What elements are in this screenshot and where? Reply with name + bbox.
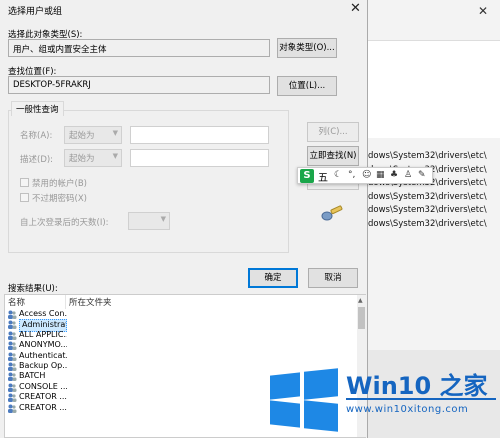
column-divider[interactable]: [65, 295, 66, 309]
column-header-name[interactable]: 名称: [8, 296, 25, 308]
table-row[interactable]: Authenticat...: [5, 351, 357, 361]
locations-button[interactable]: 位置(L)...: [277, 76, 337, 96]
tab-common-queries[interactable]: 一般性查询: [11, 101, 64, 116]
keyboard-icon[interactable]: ▦: [376, 170, 385, 180]
user-group-icon: [7, 404, 17, 413]
row-name: ALL APPLIC...: [19, 329, 67, 339]
user-group-icon: [7, 372, 17, 382]
table-row[interactable]: ANONYMO...: [5, 340, 357, 351]
description-label: 描述(D):: [20, 155, 54, 165]
ok-button[interactable]: 确定: [248, 268, 298, 288]
user-group-icon: [7, 393, 17, 403]
path-item: dows\System32\drivers\etc\: [368, 151, 487, 161]
non-expiring-password-label: 不过期密码(X): [32, 194, 87, 204]
row-name: CREATOR ...: [19, 392, 67, 402]
watermark: Win10 之家 www.win10xitong.com: [268, 362, 500, 438]
days-since-logon-label: 自上次登录后的天数(I):: [20, 218, 109, 228]
table-row[interactable]: Administrat: [5, 319, 357, 332]
ime-mode[interactable]: 五: [318, 169, 328, 184]
description-match-value: 起始为: [69, 154, 95, 164]
columns-button[interactable]: 列(C)...: [307, 122, 359, 142]
description-input[interactable]: [130, 149, 269, 167]
row-name: Access Con...: [19, 309, 67, 318]
row-name: CREATOR ...: [19, 402, 67, 412]
location-field: DESKTOP-5FRAKRJ: [8, 76, 270, 94]
row-name: Authenticat...: [19, 350, 67, 360]
query-clear-icon[interactable]: [320, 205, 344, 223]
wrench-icon[interactable]: ✎: [418, 170, 426, 180]
windows-logo-icon: [270, 368, 338, 432]
chevron-down-icon: ▼: [160, 215, 166, 223]
user-group-icon: [7, 331, 17, 340]
name-label: 名称(A):: [20, 131, 53, 141]
close-icon[interactable]: ✕: [350, 1, 361, 16]
row-name: BATCH: [19, 371, 46, 381]
user-group-icon: [7, 362, 17, 371]
object-type-field: 用户、组或内置安全主体: [8, 39, 270, 57]
watermark-title: Win10 之家: [346, 372, 488, 400]
table-row[interactable]: ALL APPLIC...: [5, 330, 357, 340]
user-group-icon: [7, 320, 17, 330]
person-icon[interactable]: ♙: [404, 170, 412, 180]
row-name: ANONYMO...: [19, 340, 67, 350]
table-row[interactable]: Access Con...: [5, 309, 357, 319]
column-header-folder[interactable]: 所在文件夹: [69, 296, 112, 308]
chevron-down-icon: ▼: [112, 152, 118, 160]
shirt-icon[interactable]: ♣: [390, 170, 398, 180]
smile-icon[interactable]: ☺: [362, 170, 371, 180]
chevron-up-icon[interactable]: ▲: [358, 297, 363, 304]
user-group-icon: [7, 310, 17, 319]
cancel-button[interactable]: 取消: [308, 268, 358, 288]
name-match-select[interactable]: 起始为 ▼: [64, 126, 122, 144]
background-path-list: dows\System32\drivers\etc\ dows\System32…: [368, 150, 500, 231]
row-name: Backup Op...: [19, 360, 67, 370]
row-name: CONSOLE ...: [19, 381, 67, 391]
watermark-divider: [346, 398, 496, 400]
background-close-icon[interactable]: ✕: [478, 4, 488, 18]
sogou-logo-icon[interactable]: S: [300, 169, 314, 183]
non-expiring-password-checkbox[interactable]: [20, 193, 29, 202]
scrollbar-thumb[interactable]: [358, 307, 365, 329]
days-since-logon-select[interactable]: ▼: [128, 212, 170, 230]
user-group-icon: [7, 383, 17, 392]
find-now-button[interactable]: 立即查找(N): [307, 146, 359, 166]
moon-icon[interactable]: ☾: [334, 170, 342, 180]
user-group-icon: [7, 341, 17, 351]
background-panel: [368, 40, 500, 138]
description-match-select[interactable]: 起始为 ▼: [64, 149, 122, 167]
name-match-value: 起始为: [69, 131, 95, 141]
ime-toolbar: S 五 ☾ °, ☺ ▦ ♣ ♙ ✎: [297, 167, 433, 184]
chevron-down-icon: ▼: [112, 129, 118, 137]
object-types-button[interactable]: 对象类型(O)...: [277, 38, 337, 58]
watermark-url: www.win10xitong.com: [346, 404, 469, 415]
path-item: dows\System32\drivers\etc\: [368, 191, 487, 202]
dialog-title: 选择用户或组: [8, 7, 63, 17]
search-results-label: 搜索结果(U):: [8, 284, 58, 294]
user-group-icon: [7, 352, 17, 361]
name-input[interactable]: [130, 126, 269, 144]
path-item: dows\System32\drivers\etc\: [368, 218, 487, 229]
disabled-accounts-label: 禁用的帐户(B): [32, 179, 87, 189]
comma-icon[interactable]: °,: [348, 170, 355, 180]
path-item: dows\System32\drivers\etc\: [368, 205, 487, 215]
disabled-accounts-checkbox[interactable]: [20, 178, 29, 187]
